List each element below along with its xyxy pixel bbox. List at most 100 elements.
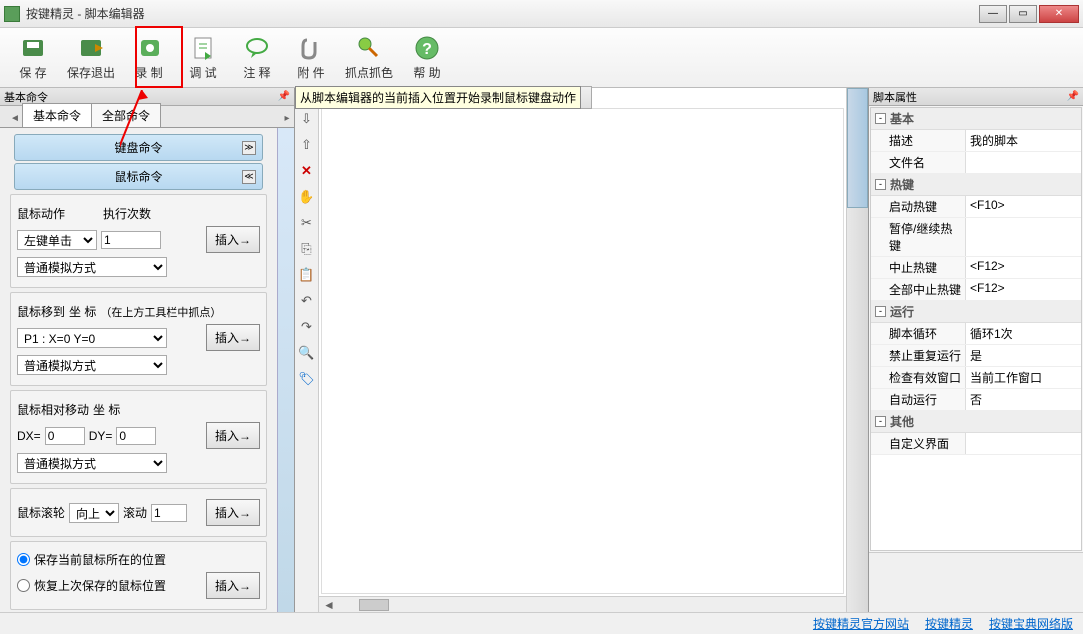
bookmark-icon[interactable]: 🏷: [298, 370, 316, 388]
prop-row[interactable]: 自定义界面: [871, 433, 1081, 455]
window-title: 按键精灵 - 脚本编辑器: [26, 5, 979, 22]
pin-icon[interactable]: 📌: [278, 91, 290, 102]
help-button[interactable]: ? 帮 助: [402, 31, 452, 85]
main-toolbar: 保 存 保存退出 录 制 调 试 注 释 附 件 抓点抓色 ? 帮 助: [0, 28, 1083, 88]
find-icon[interactable]: 🔍: [298, 344, 316, 362]
right-panel: 脚本属性 📌 -基本 描述我的脚本 文件名 -热键 启动热键<F10> 暂停/继…: [868, 88, 1083, 612]
tab-nav-right[interactable]: ▸: [280, 109, 294, 127]
editor-area: 从脚本编辑器的当前插入位置开始录制鼠标键盘动作 普 通 源文件 ⇩ ⇧ ✕ ✋ …: [295, 88, 846, 612]
prop-row[interactable]: 全部中止热键<F12>: [871, 279, 1081, 301]
paste-icon[interactable]: 📋: [298, 266, 316, 284]
mouse-action-group: 鼠标动作 执行次数 左键单击 插入→ 普通模拟方式: [10, 194, 267, 288]
save-exit-button[interactable]: 保存退出: [62, 31, 120, 85]
color-pick-button[interactable]: 抓点抓色: [340, 31, 398, 85]
code-editor[interactable]: [321, 108, 844, 594]
save-pos-radio[interactable]: [17, 553, 30, 566]
left-panel: 基本命令 📌 ◄ 基本命令 全部命令 ▸ 键盘命令 ≫ 鼠标命令 ≪ 鼠标动作: [0, 88, 295, 612]
copy-icon[interactable]: ⎘: [298, 240, 316, 258]
tab-basic-commands[interactable]: 基本命令: [22, 103, 92, 127]
prop-row[interactable]: 文件名: [871, 152, 1081, 174]
expand-icon[interactable]: ≫: [242, 141, 256, 155]
footer-link-dict[interactable]: 按键宝典网络版: [989, 615, 1073, 632]
attach-button[interactable]: 附 件: [286, 31, 336, 85]
app-icon: [4, 6, 20, 22]
sim-mode-select[interactable]: 普通模拟方式: [17, 355, 167, 375]
center-scrollbar[interactable]: [846, 88, 868, 612]
minimize-button[interactable]: —: [979, 5, 1007, 23]
maximize-button[interactable]: ▭: [1009, 5, 1037, 23]
right-panel-header: 脚本属性 📌: [869, 88, 1083, 106]
editor-vtoolbar: ⇩ ⇧ ✕ ✋ ✂ ⎘ 📋 ↶ ↷ 🔍 🏷: [295, 106, 319, 612]
mouse-rel-move-group: 鼠标相对移动 坐 标 DX= DY= 插入→ 普通模拟方式: [10, 390, 267, 484]
insert-button[interactable]: 插入→: [206, 226, 260, 253]
up-arrow-icon[interactable]: ⇧: [298, 136, 316, 154]
mouse-move-group: 鼠标移到 坐 标 （在上方工具栏中抓点） P1 : X=0 Y=0 插入→ 普通…: [10, 292, 267, 386]
prop-cat-other[interactable]: -其他: [871, 411, 1081, 433]
insert-button[interactable]: 插入→: [206, 572, 260, 599]
tab-all-commands[interactable]: 全部命令: [91, 103, 161, 127]
property-description: [869, 552, 1083, 612]
dy-input[interactable]: [116, 427, 156, 445]
mouse-action-label: 鼠标动作: [17, 205, 65, 222]
prop-cat-basic[interactable]: -基本: [871, 108, 1081, 130]
command-list: 键盘命令 ≫ 鼠标命令 ≪ 鼠标动作 执行次数 左键单击 插入→: [0, 128, 277, 612]
prop-cat-hotkey[interactable]: -热键: [871, 174, 1081, 196]
debug-button[interactable]: 调 试: [178, 31, 228, 85]
mouse-wheel-group: 鼠标滚轮 向上 滚动 插入→: [10, 488, 267, 537]
dx-input[interactable]: [45, 427, 85, 445]
exec-count-label: 执行次数: [103, 205, 151, 222]
restore-pos-radio[interactable]: [17, 579, 30, 592]
help-icon: ?: [413, 34, 441, 62]
insert-button[interactable]: 插入→: [206, 422, 260, 449]
close-button[interactable]: ✕: [1039, 5, 1079, 23]
keyboard-cmd-header[interactable]: 键盘命令 ≫: [14, 134, 263, 161]
save-button[interactable]: 保 存: [8, 31, 58, 85]
save-exit-icon: [77, 34, 105, 62]
status-bar: 按键精灵官方网站 按键精灵 按键宝典网络版: [0, 612, 1083, 634]
mouse-save-pos-group: 保存当前鼠标所在的位置 恢复上次保存的鼠标位置 插入→: [10, 541, 267, 610]
wheel-dir-select[interactable]: 向上: [69, 503, 119, 523]
attach-icon: [297, 34, 325, 62]
collapse-icon[interactable]: ≪: [242, 170, 256, 184]
cut-icon[interactable]: ✂: [298, 214, 316, 232]
prop-cat-run[interactable]: -运行: [871, 301, 1081, 323]
title-bar: 按键精灵 - 脚本编辑器 — ▭ ✕: [0, 0, 1083, 28]
left-scrollbar[interactable]: [277, 128, 294, 612]
footer-link-official[interactable]: 按键精灵官方网站: [813, 615, 909, 632]
comment-button[interactable]: 注 释: [232, 31, 282, 85]
redo-icon[interactable]: ↷: [298, 318, 316, 336]
mouse-cmd-header[interactable]: 鼠标命令 ≪: [14, 163, 263, 190]
hand-icon[interactable]: ✋: [298, 188, 316, 206]
prop-row[interactable]: 暂停/继续热键: [871, 218, 1081, 257]
down-arrow-icon[interactable]: ⇩: [298, 110, 316, 128]
prop-row[interactable]: 中止热键<F12>: [871, 257, 1081, 279]
record-icon: [135, 34, 163, 62]
record-button[interactable]: 录 制: [124, 31, 174, 85]
save-icon: [19, 34, 47, 62]
delete-icon[interactable]: ✕: [298, 162, 316, 180]
exec-count-input[interactable]: [101, 231, 161, 249]
insert-button[interactable]: 插入→: [206, 324, 260, 351]
picker-icon: [355, 34, 383, 62]
prop-row[interactable]: 自动运行否: [871, 389, 1081, 411]
comment-icon: [243, 34, 271, 62]
tab-nav-left[interactable]: ◄: [8, 109, 22, 127]
prop-row[interactable]: 描述我的脚本: [871, 130, 1081, 152]
prop-row[interactable]: 脚本循环循环1次: [871, 323, 1081, 345]
record-tooltip: 从脚本编辑器的当前插入位置开始录制鼠标键盘动作: [295, 86, 581, 109]
prop-row[interactable]: 禁止重复运行是: [871, 345, 1081, 367]
undo-icon[interactable]: ↶: [298, 292, 316, 310]
h-scrollbar[interactable]: ◄: [319, 596, 846, 612]
sim-mode-select[interactable]: 普通模拟方式: [17, 257, 167, 277]
prop-row[interactable]: 启动热键<F10>: [871, 196, 1081, 218]
insert-button[interactable]: 插入→: [206, 499, 260, 526]
coord-point-select[interactable]: P1 : X=0 Y=0: [17, 328, 167, 348]
wheel-value-input[interactable]: [151, 504, 187, 522]
pin-icon[interactable]: 📌: [1067, 91, 1079, 102]
mouse-action-select[interactable]: 左键单击: [17, 230, 97, 250]
footer-link-product[interactable]: 按键精灵: [925, 615, 973, 632]
sim-mode-select[interactable]: 普通模拟方式: [17, 453, 167, 473]
prop-row[interactable]: 检查有效窗口当前工作窗口: [871, 367, 1081, 389]
property-grid: -基本 描述我的脚本 文件名 -热键 启动热键<F10> 暂停/继续热键 中止热…: [870, 107, 1082, 551]
debug-icon: [189, 34, 217, 62]
